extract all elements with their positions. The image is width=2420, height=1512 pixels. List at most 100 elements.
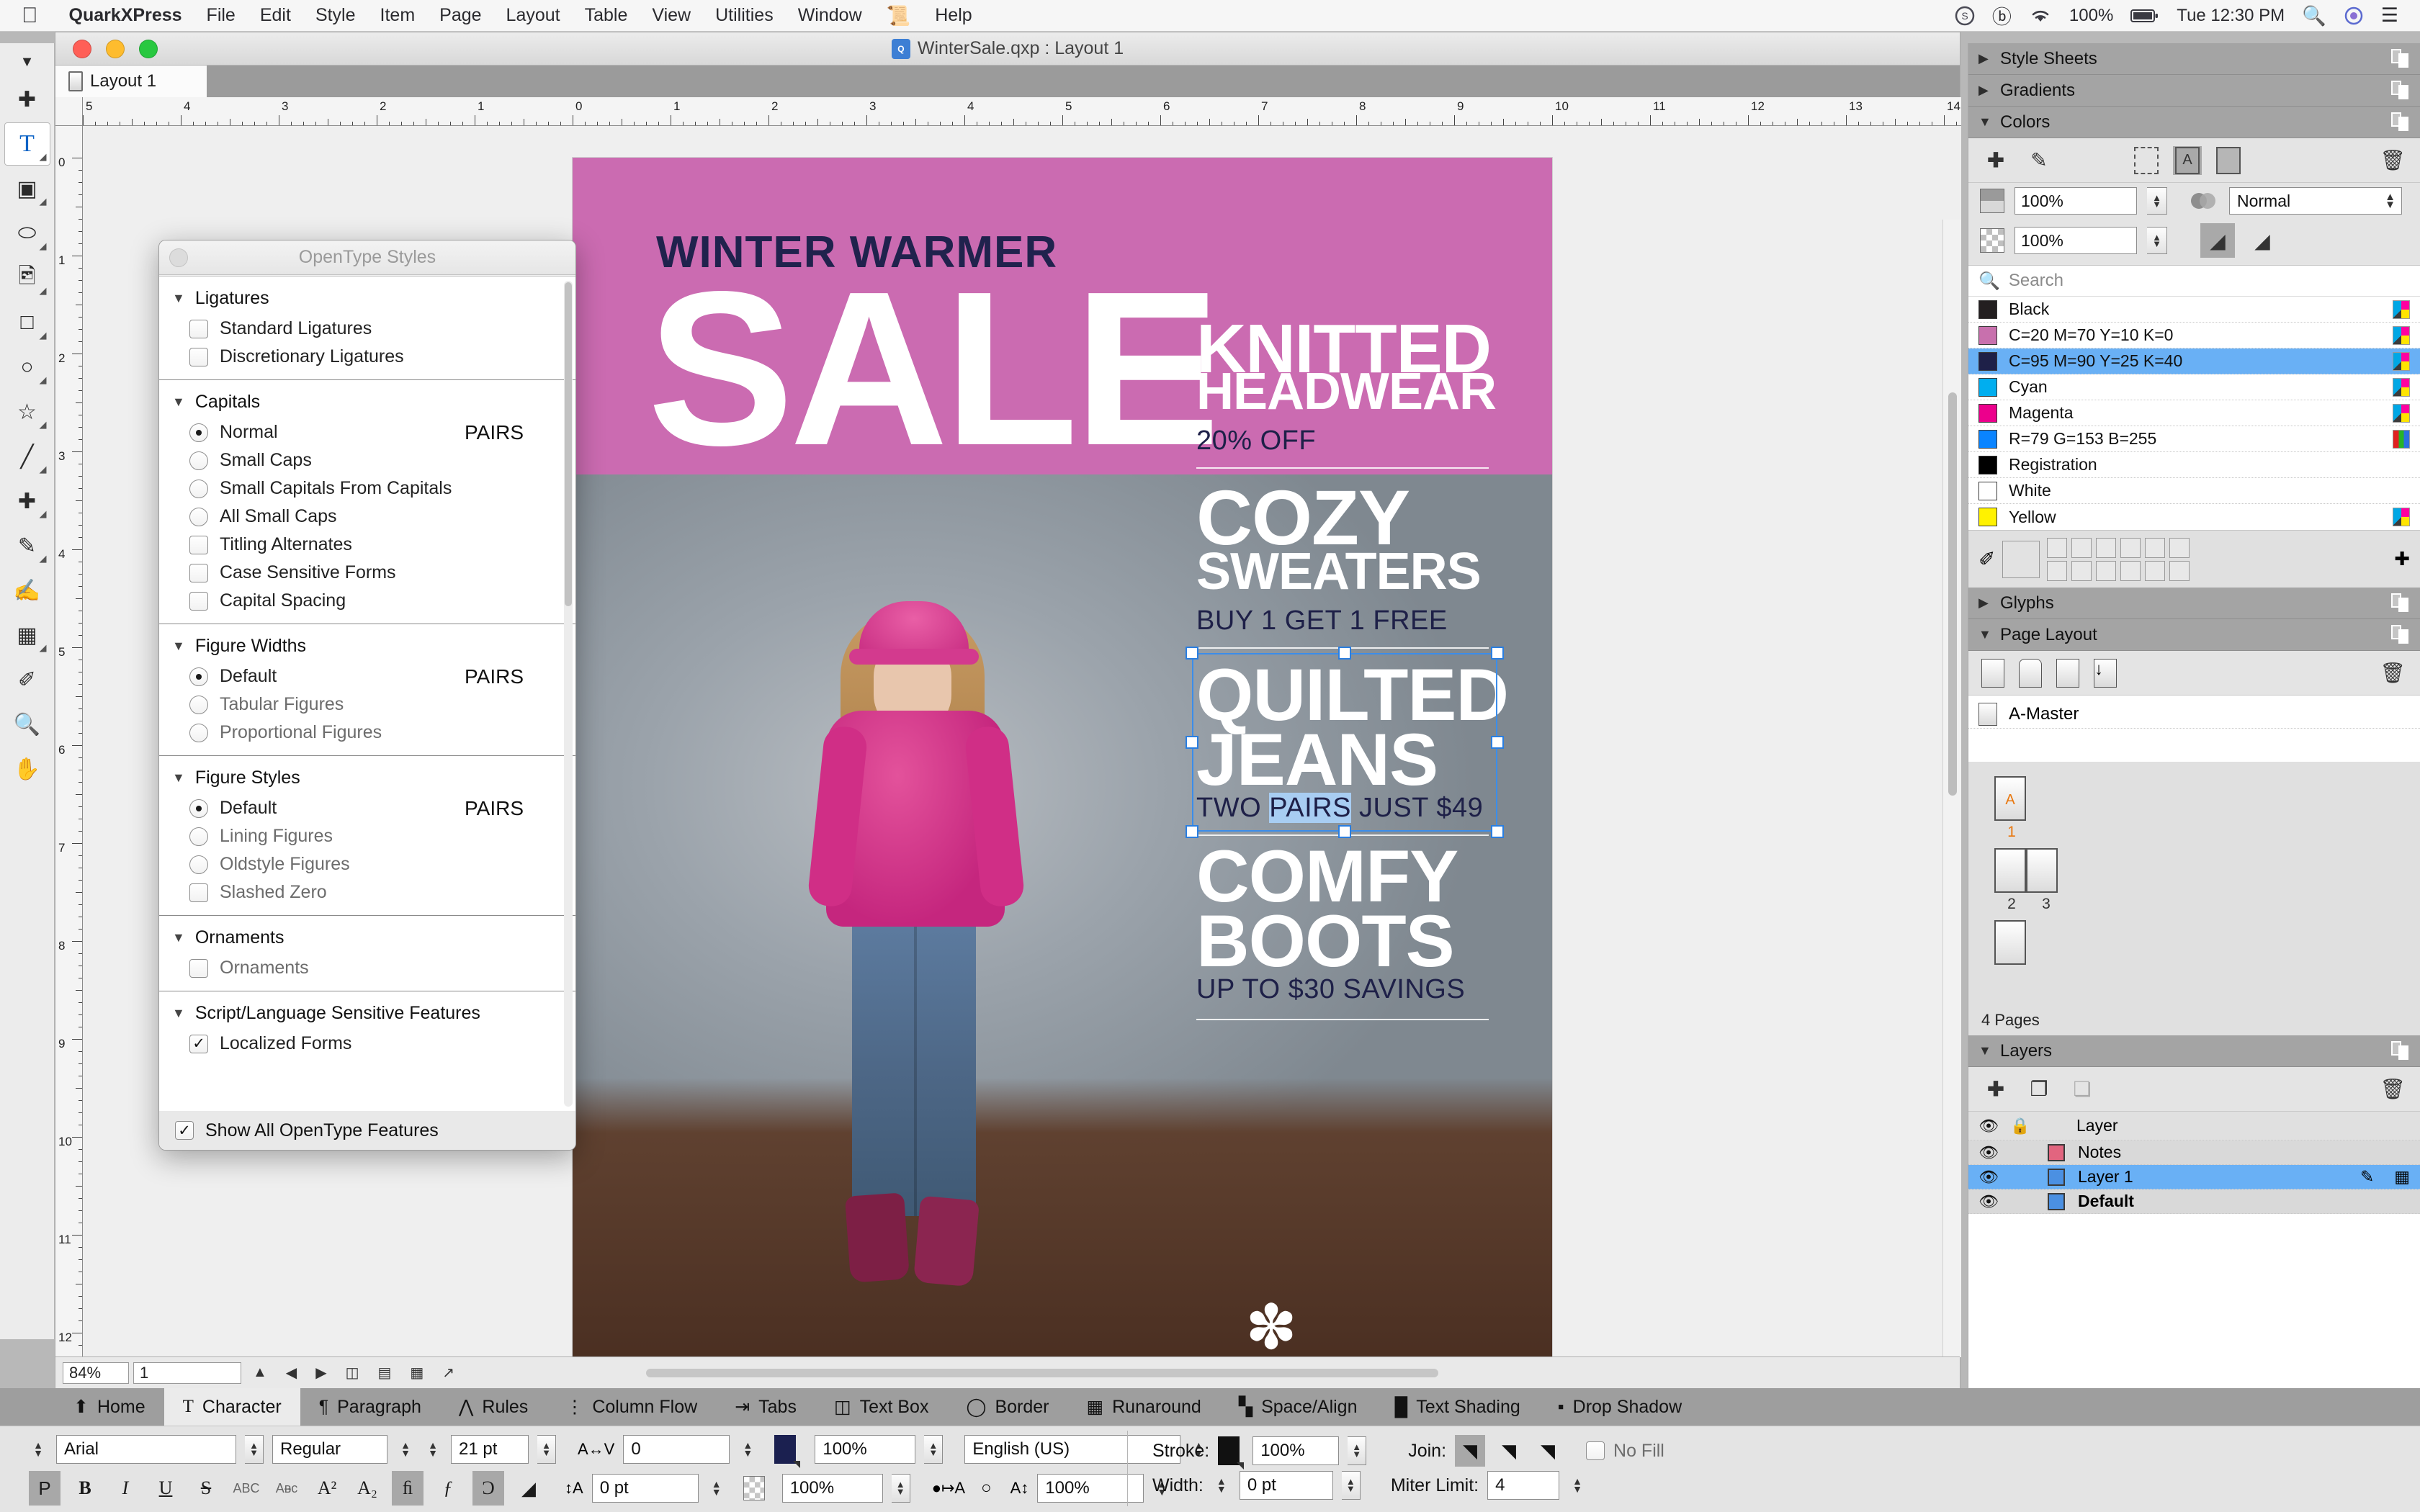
underline-button[interactable]: U xyxy=(150,1471,182,1506)
group-header-capitals[interactable]: ▼ Capitals xyxy=(159,384,575,418)
swatch-slot[interactable] xyxy=(2145,560,2166,581)
option-ornaments[interactable]: Ornaments xyxy=(159,954,575,982)
colors-list[interactable]: Black C=20 M=70 Y=10 K=0 C=95 M=90 Y=25 … xyxy=(1968,297,2420,530)
swatch-slot[interactable] xyxy=(2047,537,2068,558)
promo-line-2b[interactable]: SWEATERS xyxy=(1196,546,1482,598)
text-color-icon[interactable]: A xyxy=(2173,145,2202,175)
menu-item-help[interactable]: Help xyxy=(923,5,984,26)
radio-small-caps[interactable] xyxy=(189,451,208,470)
eye-icon[interactable]: 👁 xyxy=(1978,1143,1999,1162)
current-color-well[interactable] xyxy=(2002,540,2040,578)
page-spread-2-3[interactable] xyxy=(1994,848,2058,893)
checkbox-capital-spacing[interactable] xyxy=(189,591,208,611)
layout-tab-layout-1[interactable]: Layout 1 xyxy=(55,66,207,97)
italic-button[interactable]: I xyxy=(109,1471,141,1506)
stroke-width-field[interactable]: 0 pt xyxy=(1239,1471,1333,1500)
tool-item[interactable]: ✚ xyxy=(4,78,50,121)
ligatures-button[interactable]: ﬁ xyxy=(392,1471,424,1506)
swatch-slot[interactable] xyxy=(2071,560,2092,581)
selection-handle-tr[interactable] xyxy=(1491,647,1504,660)
opentype-styles-dialog[interactable]: OpenType Styles ▼ Ligatures Standard Lig… xyxy=(158,240,576,1151)
menu-item-item[interactable]: Item xyxy=(368,5,428,26)
page-number-field[interactable]: 1 xyxy=(133,1362,241,1384)
superscript-button[interactable]: A² xyxy=(311,1471,343,1506)
move-item-to-layer-icon[interactable]: ❐ xyxy=(2025,1075,2053,1104)
eye-icon[interactable]: 👁 xyxy=(1978,1192,1999,1211)
font-family-stepper[interactable]: ▲ ▼ xyxy=(245,1435,264,1464)
trash-icon[interactable]: 🗑 xyxy=(2378,146,2407,175)
opentype-styles-button[interactable]: ƒ xyxy=(432,1471,464,1506)
opentype-options-scroll-area[interactable]: ▼ Ligatures Standard Ligatures Discretio… xyxy=(159,276,575,1111)
radio-figure-widths-default[interactable] xyxy=(189,667,208,686)
color-row-c95m90y25k40[interactable]: C=95 M=90 Y=25 K=40 xyxy=(1968,348,2420,374)
option-localized-forms[interactable]: ✓ Localized Forms xyxy=(159,1030,575,1058)
checkbox-show-all-opentype-features[interactable]: ✓ xyxy=(175,1121,194,1140)
tool-pan[interactable]: ✋ xyxy=(4,747,50,791)
spotlight-search-icon[interactable]: 🔍 xyxy=(2293,4,2335,27)
option-lining-figures[interactable]: Lining Figures xyxy=(159,822,575,850)
radio-small-capitals-from-capitals[interactable] xyxy=(189,479,208,498)
zoom-level-field[interactable]: 84% xyxy=(63,1362,129,1384)
trash-icon[interactable]: 🗑 xyxy=(2378,659,2407,688)
radio-figure-styles-default[interactable] xyxy=(189,798,208,818)
menu-item-file[interactable]: File xyxy=(194,5,248,26)
canvas-vertical-scrollbar[interactable] xyxy=(1942,220,1961,1357)
selection-handle-br[interactable] xyxy=(1491,825,1504,838)
menu-item-window[interactable]: Window xyxy=(786,5,874,26)
page-thumbnail-4[interactable] xyxy=(1994,920,2026,965)
colors-swatch-dropzone[interactable]: ✐ ✚ xyxy=(1968,530,2420,588)
palette-collapse-icon[interactable]: ▼ xyxy=(4,48,50,76)
menu-item-style[interactable]: Style xyxy=(303,5,368,26)
swatch-slot[interactable] xyxy=(2096,537,2117,558)
bevel-join-icon[interactable]: ◥ xyxy=(1533,1435,1563,1467)
tool-rectangle-box[interactable]: □ ◢ xyxy=(4,301,50,344)
tool-link[interactable]: ⬭ ◢ xyxy=(4,212,50,255)
triangle-up-icon[interactable]: ▲ xyxy=(246,1364,274,1381)
strikethrough-button[interactable]: S xyxy=(190,1471,222,1506)
opacity-value-field[interactable]: 100% xyxy=(2015,227,2137,254)
text-box-selection[interactable] xyxy=(1186,647,1504,838)
no-fill-checkbox[interactable] xyxy=(1586,1441,1605,1460)
promo-sub-4[interactable]: UP TO $30 SAVINGS xyxy=(1196,974,1465,1005)
single-page-icon[interactable]: ▦ xyxy=(403,1364,431,1382)
plus-icon[interactable]: ✚ xyxy=(1981,1075,2010,1104)
color-row-r79g153b255[interactable]: R=79 G=153 B=255 xyxy=(1968,426,2420,452)
stroke-color-swatch[interactable] xyxy=(1218,1436,1245,1470)
siri-icon[interactable] xyxy=(2335,6,2372,26)
tab-column-flow[interactable]: ⋮ Column Flow xyxy=(547,1388,716,1426)
swatch-slot[interactable] xyxy=(2169,560,2190,581)
shade-stepper[interactable]: ▲ ▼ xyxy=(2147,187,2167,215)
undock-panel-icon[interactable] xyxy=(2391,593,2410,613)
font-style-chevron-icon[interactable]: ▲ ▼ xyxy=(396,1435,415,1464)
layer-items-icon[interactable]: ▦ xyxy=(2394,1167,2410,1187)
tool-picture-box[interactable]: 🖻 ◢ xyxy=(4,256,50,300)
color-row-registration[interactable]: Registration xyxy=(1968,452,2420,478)
tool-zoom[interactable]: 🔍 xyxy=(4,703,50,746)
stroke-width-stepper[interactable]: ▲ ▼ xyxy=(1341,1471,1361,1500)
panel-header-page-layout[interactable]: ▼ Page Layout xyxy=(1968,619,2420,651)
option-small-caps[interactable]: Small Caps xyxy=(159,446,575,474)
frame-color-icon[interactable] xyxy=(2134,146,2159,174)
eyedropper-icon[interactable]: ✐ xyxy=(1978,547,1995,571)
checkbox-discretionary-ligatures[interactable] xyxy=(189,347,208,366)
color-row-cyan[interactable]: Cyan xyxy=(1968,374,2420,400)
tool-text-content[interactable]: T ◢ xyxy=(4,122,50,166)
swatch-slot[interactable] xyxy=(2120,537,2141,558)
panel-header-layers[interactable]: ▼ Layers xyxy=(1968,1035,2420,1067)
export-icon[interactable]: ↗ xyxy=(435,1364,462,1382)
panel-header-gradients[interactable]: ▶ Gradients xyxy=(1968,75,2420,107)
round-join-icon[interactable]: ◥ xyxy=(1494,1435,1524,1467)
font-size-field[interactable]: 21 pt xyxy=(451,1435,529,1464)
apple-icon[interactable]:  xyxy=(22,4,38,27)
tool-bezier[interactable]: ✚ ◢ xyxy=(4,480,50,523)
option-figure-widths-default[interactable]: Default PAIRS xyxy=(159,662,575,690)
scrollbar-thumb[interactable] xyxy=(565,282,572,606)
tab-tabs[interactable]: ⇥ Tabs xyxy=(716,1388,815,1426)
wifi-icon[interactable] xyxy=(2020,7,2061,24)
miter-join-icon[interactable]: ◥ xyxy=(1455,1435,1486,1467)
swatch-slot[interactable] xyxy=(2169,537,2190,558)
option-standard-ligatures[interactable]: Standard Ligatures xyxy=(159,315,575,343)
colors-search-row[interactable]: 🔍 Search xyxy=(1968,265,2420,297)
battery-icon[interactable] xyxy=(2122,8,2168,24)
triangle-left-icon[interactable]: ◀ xyxy=(279,1364,304,1382)
